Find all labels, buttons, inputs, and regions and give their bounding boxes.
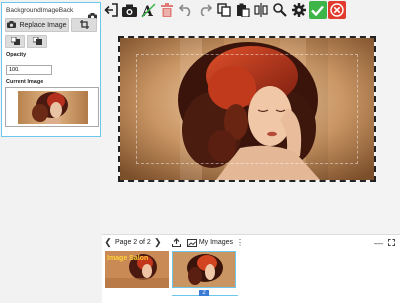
undo-icon <box>179 4 193 16</box>
delete-button[interactable] <box>158 1 176 19</box>
copy-icon <box>217 3 231 17</box>
properties-panel: BackgroundImageBack Replace Image Opacit… <box>1 2 101 137</box>
my-images-icon[interactable] <box>186 234 197 252</box>
settings-button[interactable] <box>290 1 308 19</box>
exit-button[interactable] <box>102 1 120 19</box>
redo-icon <box>198 4 212 16</box>
add-text-button[interactable]: A <box>140 1 158 19</box>
align-button[interactable] <box>252 1 270 19</box>
crop-icon <box>79 19 89 31</box>
page-tray: Image Salon 2 <box>102 250 400 303</box>
more-options-icon[interactable]: ⋮ <box>236 238 244 247</box>
zoom-icon <box>273 3 287 17</box>
text-icon: A <box>141 2 156 18</box>
camera-icon <box>122 4 138 17</box>
background-image[interactable] <box>118 36 376 182</box>
opacity-input[interactable] <box>6 65 52 75</box>
design-canvas[interactable] <box>102 22 400 234</box>
panel-header: BackgroundImageBack <box>2 3 100 20</box>
page-thumbnail-1[interactable]: Image Salon <box>105 251 169 288</box>
page-indicator: Page 2 of 2 <box>115 239 151 246</box>
safe-area-guide <box>136 54 358 164</box>
opacity-label: Opacity <box>6 52 27 58</box>
camera-icon[interactable] <box>88 7 97 20</box>
gear-icon <box>291 3 306 17</box>
page-1-preview: Image Salon <box>105 251 169 288</box>
page-2-preview <box>173 252 235 287</box>
current-image-preview[interactable] <box>5 87 99 127</box>
paste-icon <box>236 3 250 17</box>
add-image-button[interactable] <box>121 1 139 19</box>
minimize-button[interactable]: — <box>374 238 383 248</box>
exit-icon <box>104 3 118 17</box>
crop-button[interactable] <box>71 18 97 32</box>
layer-front-icon <box>32 36 42 47</box>
page-thumbnail-2[interactable] <box>172 251 236 288</box>
close-icon <box>329 3 344 17</box>
replace-image-button[interactable]: Replace Image <box>5 18 69 32</box>
expand-icon[interactable] <box>388 239 395 246</box>
copy-button[interactable] <box>215 1 233 19</box>
zoom-button[interactable] <box>271 1 289 19</box>
current-image-thumbnail <box>18 91 88 124</box>
my-images-button[interactable]: My Images <box>199 239 233 246</box>
check-icon <box>311 5 325 16</box>
pages-bar: ❮ Page 2 of 2 ❯ My Images ⋮ — <box>102 234 400 250</box>
cancel-button[interactable] <box>327 1 346 19</box>
current-image-label: Current Image <box>6 79 44 85</box>
upload-icon[interactable] <box>171 234 181 252</box>
next-page-button[interactable]: ❯ <box>152 237 164 248</box>
replace-image-label: Replace Image <box>19 21 67 29</box>
layer-back-icon <box>10 36 20 47</box>
bring-forward-button[interactable] <box>27 35 47 48</box>
confirm-button[interactable] <box>308 1 327 19</box>
panel-title: BackgroundImageBack <box>6 6 74 14</box>
camera-icon <box>7 20 17 30</box>
undo-button[interactable] <box>177 1 195 19</box>
align-icon <box>254 3 268 17</box>
prev-page-button[interactable]: ❮ <box>102 237 114 248</box>
page-1-caption: Image Salon <box>107 255 148 262</box>
redo-button[interactable] <box>196 1 214 19</box>
main-toolbar: A <box>102 0 400 20</box>
delete-icon <box>161 3 174 17</box>
page-number-2: 2 <box>199 290 209 296</box>
paste-button[interactable] <box>234 1 252 19</box>
send-backward-button[interactable] <box>5 35 25 48</box>
editor-window: BackgroundImageBack Replace Image Opacit… <box>0 0 400 303</box>
